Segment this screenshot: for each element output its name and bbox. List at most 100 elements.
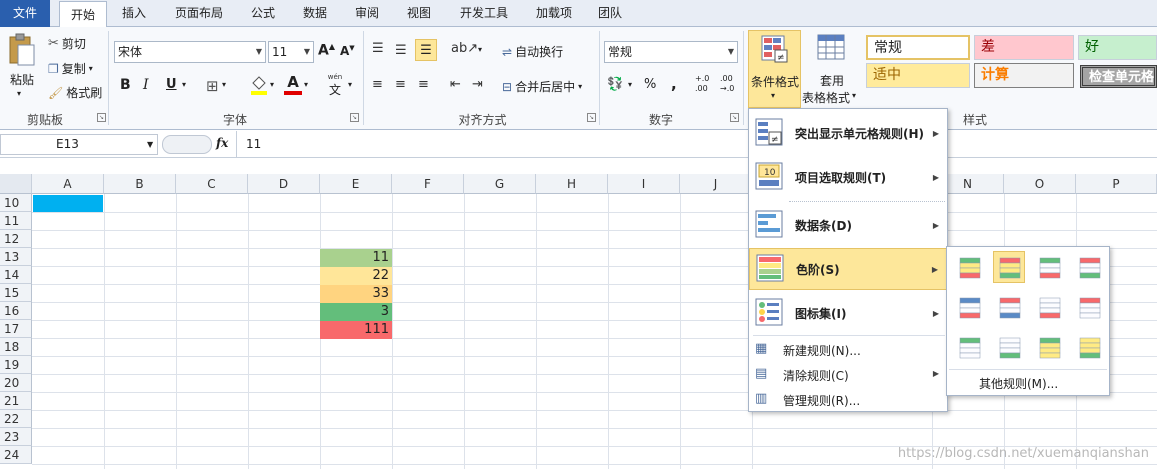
selected-cell-a10[interactable] (33, 195, 103, 212)
menu-item-new-rule[interactable]: ▦ 新建规则(N)... (749, 338, 947, 362)
insert-function-icon[interactable]: fx (216, 136, 228, 150)
grow-font-button[interactable]: A▲ (318, 42, 335, 59)
number-format-select[interactable]: 常规 ▼ (604, 41, 738, 63)
color-scale-option[interactable] (1073, 331, 1105, 363)
phonetic-dropdown-icon[interactable]: ▾ (348, 80, 352, 89)
menu-item-data-bars[interactable]: 数据条(D) ▶ (749, 205, 947, 245)
style-neutral[interactable]: 适中 (866, 63, 970, 88)
bold-button[interactable]: B (120, 77, 131, 93)
row-header[interactable]: 12 (0, 230, 32, 248)
column-header[interactable]: O (1004, 174, 1076, 194)
align-bottom-icon[interactable]: ☰ (415, 39, 437, 61)
column-header[interactable]: P (1076, 174, 1157, 194)
currency-icon[interactable]: 💱 (607, 77, 623, 92)
tab-view[interactable]: 视图 (398, 0, 440, 27)
row-header[interactable]: 15 (0, 284, 32, 302)
menu-item-highlight-rules[interactable]: ≠ 突出显示单元格规则(H) ▶ (749, 113, 947, 153)
color-scale-option[interactable] (953, 291, 985, 323)
style-bad[interactable]: 差 (974, 35, 1074, 60)
alignment-launcher-icon[interactable]: ↘ (587, 113, 596, 122)
format-as-table-button[interactable]: 套用 表格格式 ▾ (802, 30, 860, 108)
style-good[interactable]: 好 (1078, 35, 1157, 60)
row-header[interactable]: 10 (0, 194, 32, 212)
tab-insert[interactable]: 插入 (113, 0, 155, 27)
border-dropdown-icon[interactable]: ▾ (222, 80, 226, 89)
orientation-icon[interactable]: ab↗ (451, 41, 478, 56)
menu-item-top-bottom-rules[interactable]: 10 项目选取规则(T) ▶ (749, 157, 947, 197)
cell-e14[interactable]: 22 (320, 267, 392, 285)
more-rules-link[interactable]: 其他规则(M)... (979, 375, 1058, 392)
tab-page-layout[interactable]: 页面布局 (166, 0, 232, 27)
font-color-button[interactable]: A (284, 73, 302, 97)
decrease-indent-icon[interactable]: ⇤ (450, 77, 461, 92)
font-color-dropdown-icon[interactable]: ▾ (304, 80, 308, 89)
align-middle-icon[interactable]: ☰ (395, 43, 407, 58)
formula-input[interactable]: 11 (246, 137, 261, 151)
column-header[interactable]: E (320, 174, 392, 194)
color-scale-option[interactable] (993, 291, 1025, 323)
cell-e16[interactable]: 3 (320, 303, 392, 321)
column-header[interactable]: F (392, 174, 464, 194)
color-scale-option[interactable] (953, 251, 985, 283)
tab-data[interactable]: 数据 (294, 0, 336, 27)
border-icon[interactable]: ⊞ (206, 77, 219, 95)
menu-item-icon-sets[interactable]: 图标集(I) ▶ (749, 293, 947, 333)
format-painter-button[interactable]: 🖌 格式刷 (48, 84, 102, 101)
cell-e17[interactable]: 111 (320, 321, 392, 339)
font-size-select[interactable]: 11 ▼ (268, 41, 314, 63)
row-header[interactable]: 23 (0, 428, 32, 446)
tab-home[interactable]: 开始 (59, 1, 107, 28)
row-header[interactable]: 21 (0, 392, 32, 410)
color-scale-option[interactable] (1033, 291, 1065, 323)
decrease-decimal-button[interactable]: .00 →.0 (720, 74, 742, 94)
row-header[interactable]: 17 (0, 320, 32, 338)
column-header[interactable]: B (104, 174, 176, 194)
name-box[interactable]: E13 ▼ (0, 134, 158, 155)
row-header[interactable]: 13 (0, 248, 32, 266)
paste-button[interactable]: 粘贴 ▾ (4, 31, 40, 107)
column-header[interactable]: D (248, 174, 320, 194)
row-header[interactable]: 24 (0, 446, 32, 464)
conditional-formatting-button[interactable]: ≠ 条件格式 ▾ (748, 30, 801, 108)
copy-button[interactable]: ❐ 复制 ▾ (48, 60, 93, 77)
formula-bar-resize-handle[interactable] (162, 135, 212, 154)
tab-review[interactable]: 审阅 (346, 0, 388, 27)
column-header[interactable]: I (608, 174, 680, 194)
fill-dropdown-icon[interactable]: ▾ (270, 80, 274, 89)
align-top-icon[interactable]: ☰ (372, 41, 384, 56)
tab-developer[interactable]: 开发工具 (450, 0, 518, 27)
italic-button[interactable]: I (143, 77, 149, 93)
row-header[interactable]: 14 (0, 266, 32, 284)
comma-button[interactable]: , (671, 75, 677, 93)
tab-addins[interactable]: 加载项 (528, 0, 580, 27)
number-launcher-icon[interactable]: ↘ (730, 113, 739, 122)
font-launcher-icon[interactable]: ↘ (350, 113, 359, 122)
row-header[interactable]: 16 (0, 302, 32, 320)
column-header[interactable]: G (464, 174, 536, 194)
align-right-icon[interactable]: ≡ (418, 77, 429, 92)
menu-item-color-scales[interactable]: 色阶(S) ▶ (749, 248, 947, 290)
tab-team[interactable]: 团队 (590, 0, 630, 27)
style-normal[interactable]: 常规 (866, 35, 970, 60)
column-header[interactable]: H (536, 174, 608, 194)
row-header[interactable]: 18 (0, 338, 32, 356)
column-header[interactable]: J (680, 174, 752, 194)
align-center-icon[interactable]: ≡ (395, 77, 406, 92)
menu-item-manage-rules[interactable]: ▥ 管理规则(R)... (749, 388, 947, 412)
row-header[interactable]: 11 (0, 212, 32, 230)
row-header[interactable]: 22 (0, 410, 32, 428)
phonetic-button[interactable]: wén 文 (324, 73, 346, 97)
clipboard-launcher-icon[interactable]: ↘ (97, 113, 106, 122)
currency-dropdown-icon[interactable]: ▾ (628, 80, 632, 89)
merge-center-button[interactable]: ⊟ 合并后居中 ▾ (502, 78, 582, 95)
menu-item-clear-rules[interactable]: ▤ 清除规则(C) ▶ (749, 363, 947, 387)
align-left-icon[interactable]: ≡ (372, 77, 383, 92)
tab-file[interactable]: 文件 (0, 0, 50, 27)
font-name-select[interactable]: 宋体 ▼ (114, 41, 266, 63)
color-scale-option[interactable] (1033, 251, 1065, 283)
underline-button[interactable]: U (166, 77, 177, 92)
increase-decimal-button[interactable]: +.0 .00 (695, 74, 715, 94)
underline-dropdown-icon[interactable]: ▾ (182, 80, 186, 89)
style-check-cell[interactable]: 检查单元格 (1080, 65, 1157, 88)
percent-button[interactable]: % (644, 77, 656, 92)
